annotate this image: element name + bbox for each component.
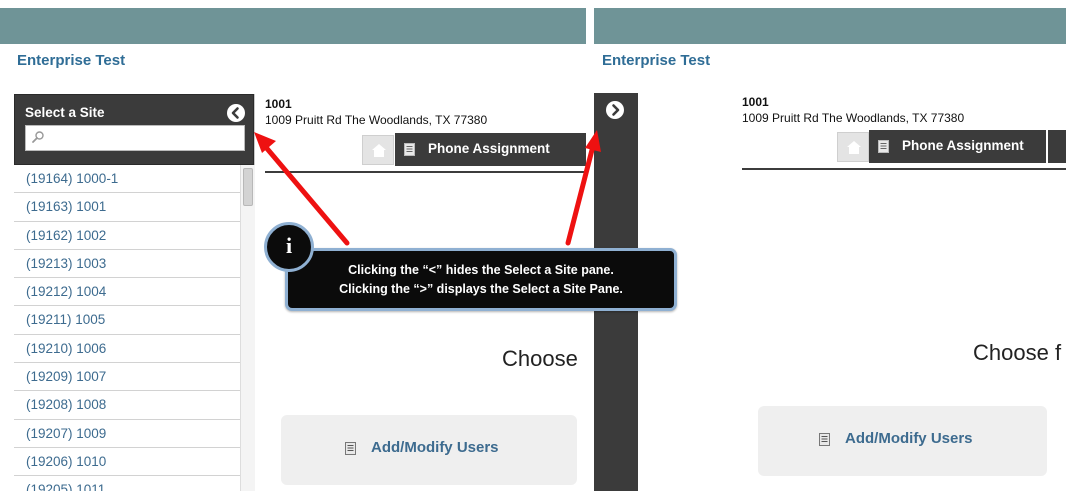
sidebar-title: Select a Site bbox=[25, 105, 105, 120]
tab-label: Phone Assignment bbox=[902, 138, 1024, 153]
home-tab[interactable] bbox=[837, 132, 869, 162]
home-tab[interactable] bbox=[362, 135, 394, 165]
site-list-item[interactable]: (19213) 1003 bbox=[14, 250, 240, 279]
expand-sidebar-button[interactable] bbox=[606, 101, 624, 119]
screenshot-collapsed-pane: Enterprise Test 1001 1009 Pruitt Rd The … bbox=[594, 0, 1066, 491]
callout-line-2: Clicking the “>” displays the Select a S… bbox=[339, 282, 623, 296]
collapse-sidebar-button[interactable] bbox=[227, 104, 245, 122]
home-icon bbox=[372, 144, 386, 157]
tab-overflow[interactable] bbox=[1048, 130, 1066, 163]
search-icon bbox=[32, 131, 44, 143]
site-name: 1001 bbox=[742, 95, 769, 109]
site-list-item[interactable]: (19208) 1008 bbox=[14, 391, 240, 420]
app-title: Enterprise Test bbox=[602, 52, 711, 69]
tabs-underline bbox=[742, 168, 1066, 170]
site-list-item[interactable]: (19163) 1001 bbox=[14, 193, 240, 222]
site-list-item[interactable]: (19212) 1004 bbox=[14, 278, 240, 307]
add-modify-users-label: Add/Modify Users bbox=[371, 439, 499, 456]
top-bar bbox=[594, 8, 1066, 44]
home-icon bbox=[847, 141, 861, 154]
site-search-box[interactable] bbox=[25, 125, 245, 151]
add-modify-users-button[interactable]: Add/Modify Users bbox=[281, 415, 577, 485]
site-address: 1009 Pruitt Rd The Woodlands, TX 77380 bbox=[265, 113, 488, 127]
site-address: 1009 Pruitt Rd The Woodlands, TX 77380 bbox=[742, 111, 965, 125]
site-list-item[interactable]: (19206) 1010 bbox=[14, 448, 240, 477]
add-modify-users-button[interactable]: Add/Modify Users bbox=[758, 406, 1047, 476]
site-list-item[interactable]: (19211) 1005 bbox=[14, 306, 240, 335]
tab-phone-assignment[interactable]: Phone Assignment bbox=[869, 130, 1046, 163]
site-name: 1001 bbox=[265, 97, 292, 111]
chevron-left-icon bbox=[231, 107, 239, 119]
site-list-scrollbar[interactable] bbox=[240, 165, 255, 491]
chevron-right-icon bbox=[612, 104, 620, 116]
screenshot-divider bbox=[586, 0, 594, 491]
site-list-item[interactable]: (19164) 1000-1 bbox=[14, 165, 240, 194]
tab-phone-assignment[interactable]: Phone Assignment bbox=[395, 133, 586, 166]
site-list: (19164) 1000-1 (19163) 1001 (19162) 1002… bbox=[14, 165, 240, 491]
top-bar bbox=[0, 8, 586, 44]
site-list-item[interactable]: (19210) 1006 bbox=[14, 335, 240, 364]
info-badge-letter: i bbox=[285, 233, 293, 258]
info-icon: i bbox=[264, 222, 314, 272]
app-title: Enterprise Test bbox=[17, 52, 126, 69]
add-modify-users-label: Add/Modify Users bbox=[845, 430, 973, 447]
document-icon bbox=[878, 140, 889, 153]
callout-line-1: Clicking the “<” hides the Select a Site… bbox=[348, 263, 614, 277]
site-list-item[interactable]: (19207) 1009 bbox=[14, 420, 240, 448]
document-icon bbox=[345, 442, 356, 455]
scrollbar-thumb[interactable] bbox=[243, 168, 253, 206]
tab-label: Phone Assignment bbox=[428, 141, 550, 156]
tabs-underline bbox=[265, 171, 586, 173]
site-list-item[interactable]: (19162) 1002 bbox=[14, 222, 240, 250]
choose-heading: Choose f bbox=[973, 340, 1062, 365]
info-callout: Clicking the “<” hides the Select a Site… bbox=[285, 248, 677, 311]
document-icon bbox=[819, 433, 830, 446]
site-search-input[interactable] bbox=[50, 129, 244, 149]
sidebar-header: Select a Site bbox=[14, 94, 254, 165]
document-icon bbox=[404, 143, 415, 156]
choose-heading: Choose bbox=[502, 346, 578, 371]
site-list-item[interactable]: (19209) 1007 bbox=[14, 363, 240, 392]
site-list-item[interactable]: (19205) 1011 bbox=[14, 476, 240, 491]
select-site-sidebar: Select a Site (19164) 1000-1 (19163) 100… bbox=[14, 94, 255, 491]
